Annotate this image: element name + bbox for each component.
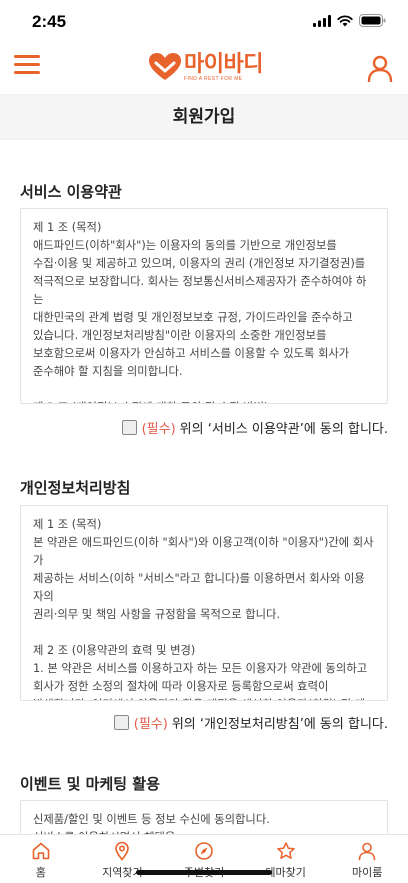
- terms-agree-row[interactable]: (필수) 위의 ‘서비스 이용약관’에 동의 합니다.: [121, 418, 388, 437]
- privacy-agree-row[interactable]: (필수) 위의 ‘개인정보처리방침’에 동의 합니다.: [113, 713, 388, 732]
- privacy-agree-checkbox[interactable]: [113, 715, 129, 730]
- terms-agree-checkbox[interactable]: [121, 420, 137, 435]
- terms-of-service-box[interactable]: 제 1 조 (목적) 애드파인드(이하"회사")는 이용자의 동의를 기반으로 …: [20, 208, 388, 404]
- star-icon: [276, 842, 295, 859]
- nav-my-room[interactable]: 마이룸: [326, 835, 408, 883]
- page-title: 회원가입: [172, 107, 236, 127]
- status-bar: 2:45: [0, 0, 408, 46]
- required-label: (필수): [133, 717, 168, 732]
- nav-home[interactable]: 홈: [0, 835, 82, 883]
- location-pin-icon: [115, 841, 130, 861]
- battery-icon: [359, 14, 386, 27]
- user-icon: [358, 842, 376, 861]
- app-header: 마이바디 FIND A REST FOR ME: [0, 46, 408, 94]
- marketing-section-title: 이벤트 및 마케팅 활용: [20, 775, 160, 793]
- required-label: (필수): [141, 422, 176, 437]
- title-bar: 회원가입: [0, 94, 408, 140]
- privacy-agree-label: 위의 ‘개인정보처리방침’에 동의 합니다.: [171, 717, 388, 732]
- compass-icon: [195, 842, 213, 860]
- profile-icon[interactable]: [366, 54, 394, 83]
- status-time: 2:45: [32, 12, 67, 31]
- privacy-section-title: 개인정보처리방침: [20, 479, 131, 497]
- wifi-icon: [337, 14, 353, 26]
- terms-section-title: 서비스 이용약관: [20, 183, 122, 201]
- status-icons: [313, 14, 386, 27]
- nav-region-search[interactable]: 지역찾기: [82, 835, 164, 883]
- terms-agree-label: 위의 ‘서비스 이용약관’에 동의 합니다.: [179, 422, 388, 437]
- logo-tagline: FIND A REST FOR ME: [184, 75, 243, 82]
- logo-text: 마이바디: [184, 50, 263, 76]
- home-indicator: [136, 870, 272, 875]
- nav-label: 마이룸: [351, 866, 383, 879]
- logo[interactable]: 마이바디 FIND A REST FOR ME: [148, 52, 263, 82]
- nav-label: 홈: [35, 866, 46, 879]
- home-icon: [32, 842, 50, 860]
- bottom-nav: 홈 지역찾기 주변찾기 테마찾기 마이룸: [0, 834, 408, 883]
- privacy-policy-box[interactable]: 제 1 조 (목적) 본 약관은 애드파인드(이하 "회사")와 이용고객(이하…: [20, 505, 388, 701]
- nav-theme-search[interactable]: 테마찾기: [245, 835, 327, 883]
- signal-icon: [313, 14, 331, 27]
- nav-nearby-search[interactable]: 주변찾기: [163, 835, 245, 883]
- hamburger-menu-icon[interactable]: [14, 55, 40, 81]
- heart-logo-icon: [149, 53, 181, 80]
